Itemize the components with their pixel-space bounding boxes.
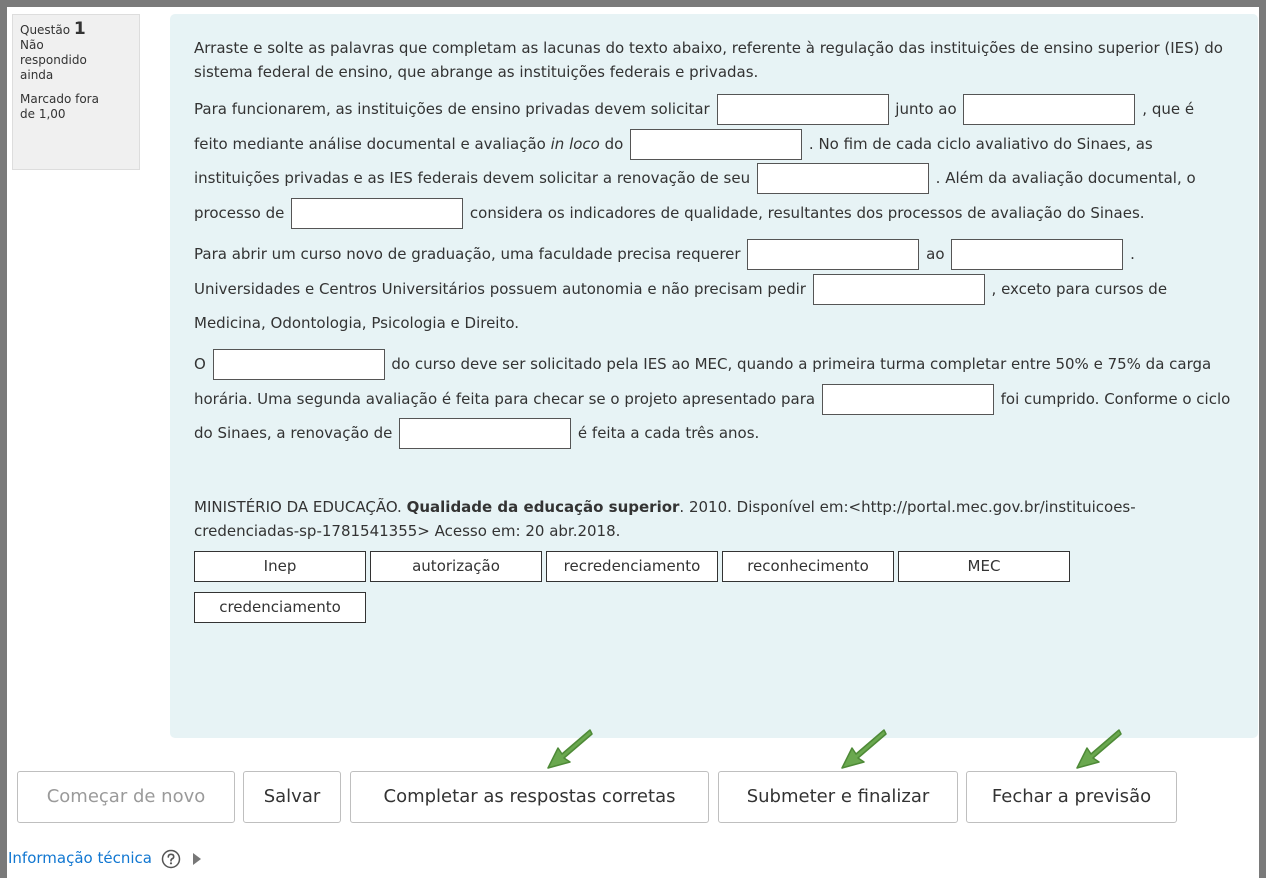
- annotation-arrow-icon: [1076, 729, 1122, 769]
- question-info-panel: Questão 1 Não respondido ainda Marcado f…: [12, 14, 140, 170]
- fill-correct-button[interactable]: Completar as respostas corretas: [350, 771, 709, 823]
- help-icon[interactable]: [161, 849, 181, 869]
- p1-text-3: ,: [1142, 100, 1148, 118]
- status-line-2: respondido: [20, 53, 87, 67]
- paragraph-1: Para funcionarem, as instituições de ens…: [194, 92, 1232, 231]
- tech-info-toggle[interactable]: Informação técnica: [8, 847, 201, 869]
- choice-mec[interactable]: MEC: [898, 551, 1070, 583]
- mark-line-1: Marcado fora: [20, 92, 99, 106]
- paragraph-3: O do curso deve ser solicitado pela IES …: [194, 347, 1232, 451]
- restart-button[interactable]: Começar de novo: [17, 771, 235, 823]
- question-number: 1: [73, 19, 86, 39]
- drop-zone-3[interactable]: [630, 128, 803, 160]
- submit-button[interactable]: Submeter e finalizar: [718, 771, 958, 823]
- drop-zone-2[interactable]: [963, 94, 1136, 125]
- p2-text-1: Para abrir um curso novo de graduação, u…: [194, 244, 741, 263]
- question-label: Questão: [20, 23, 71, 37]
- p3-text-1: O: [194, 354, 206, 373]
- drop-zone-4[interactable]: [756, 163, 929, 195]
- paragraph-2: Para abrir um curso novo de graduação, u…: [194, 237, 1232, 341]
- save-button[interactable]: Salvar: [243, 771, 341, 823]
- drop-zone-7[interactable]: [951, 238, 1124, 270]
- mark-line-2: de 1,00: [20, 107, 66, 121]
- citation-title: Qualidade da educação superior: [406, 498, 680, 517]
- choice-autorizacao[interactable]: autorização: [370, 551, 542, 583]
- status-line-3: ainda: [20, 68, 54, 82]
- expand-triangle-icon[interactable]: [192, 852, 201, 865]
- p1-text-5: do: [604, 134, 624, 153]
- p2-text-4: Universidades e Centros Universitários p…: [194, 279, 806, 298]
- p3-text-4: é feita a cada três anos.: [577, 424, 760, 443]
- question-content: Arraste e solte as palavras que completa…: [170, 14, 1258, 738]
- drop-zone-1[interactable]: [716, 94, 889, 125]
- drop-zone-5[interactable]: [291, 198, 464, 230]
- citation: MINISTÉRIO DA EDUCAÇÃO. Qualidade da edu…: [194, 495, 1232, 543]
- drop-zone-6[interactable]: [747, 238, 920, 270]
- question-number-line: Questão 1: [20, 19, 132, 39]
- choice-inep[interactable]: Inep: [194, 551, 366, 583]
- choices-area: Inep autorização recredenciamento reconheci…: [194, 551, 1232, 633]
- choice-credenciamento[interactable]: credenciamento: [194, 592, 366, 624]
- tech-info-label[interactable]: Informação técnica: [8, 849, 152, 867]
- status-line-1: Não: [20, 38, 44, 52]
- p1-text-2: junto ao: [895, 100, 957, 118]
- drop-zone-9[interactable]: [212, 348, 385, 380]
- p1-text-italic: in loco: [550, 134, 600, 153]
- annotation-arrow-icon: [841, 729, 887, 769]
- p2-text-3: .: [1130, 244, 1135, 263]
- p1-text-1: Para funcionarem, as instituições de ens…: [194, 100, 710, 118]
- close-preview-button[interactable]: Fechar a previsão: [966, 771, 1177, 823]
- p2-text-2: ao: [926, 244, 945, 263]
- drop-zone-11[interactable]: [399, 418, 572, 450]
- choice-reconhecimento[interactable]: reconhecimento: [722, 551, 894, 583]
- annotation-arrow-icon: [547, 729, 593, 769]
- question-intro: Arraste e solte as palavras que completa…: [194, 39, 1223, 81]
- drop-zone-10[interactable]: [821, 383, 994, 415]
- citation-text-1: MINISTÉRIO DA EDUCAÇÃO.: [194, 498, 402, 517]
- p1-text-8: considera os indicadores de qualidade, r…: [469, 204, 1145, 223]
- drop-zone-8[interactable]: [812, 273, 985, 305]
- choice-recredenciamento[interactable]: recredenciamento: [546, 551, 718, 583]
